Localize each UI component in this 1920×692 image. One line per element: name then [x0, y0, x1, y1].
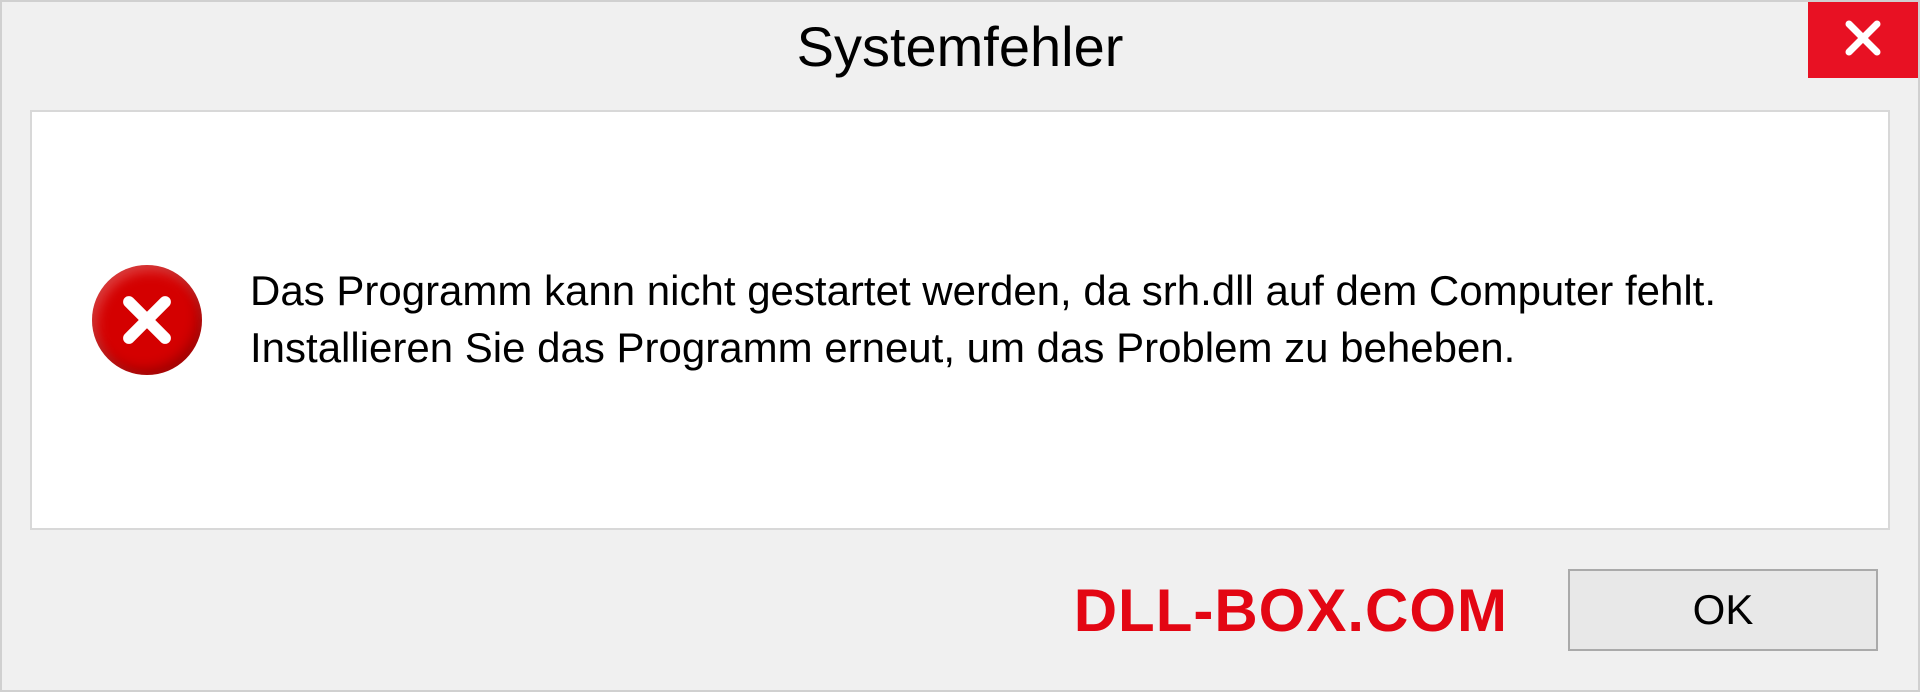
content-area: Das Programm kann nicht gestartet werden…: [30, 110, 1890, 530]
ok-button[interactable]: OK: [1568, 569, 1878, 651]
dialog-footer: DLL-BOX.COM OK: [2, 530, 1918, 690]
close-button[interactable]: [1808, 2, 1918, 78]
watermark-text: DLL-BOX.COM: [1074, 576, 1508, 645]
dialog-title: Systemfehler: [797, 14, 1124, 79]
titlebar: Systemfehler: [2, 2, 1918, 92]
ok-button-label: OK: [1693, 586, 1754, 634]
error-icon: [92, 265, 202, 375]
close-icon: [1839, 14, 1887, 67]
error-dialog: Systemfehler Das Programm kann nicht ges…: [0, 0, 1920, 692]
error-message: Das Programm kann nicht gestartet werden…: [250, 263, 1828, 376]
